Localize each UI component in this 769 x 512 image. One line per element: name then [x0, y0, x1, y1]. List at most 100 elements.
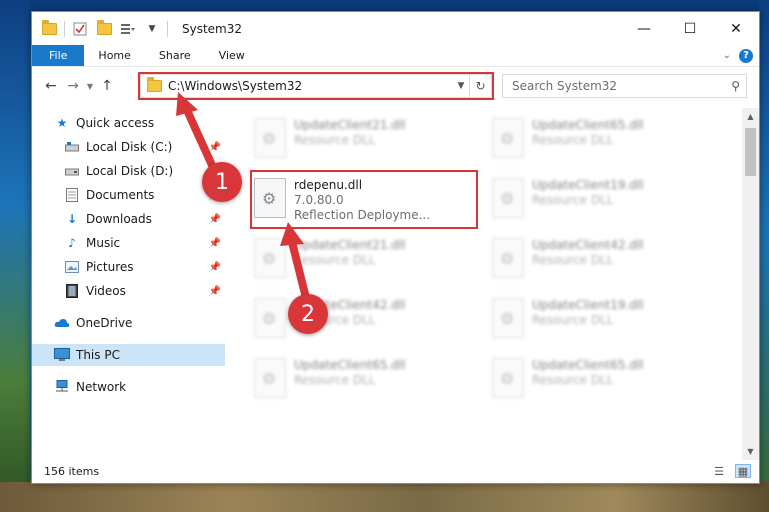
- file-tile[interactable]: UpdateClient19.dllResource DLL: [470, 294, 700, 348]
- folder-icon[interactable]: [40, 19, 58, 38]
- tab-home[interactable]: Home: [84, 45, 144, 66]
- file-name: UpdateClient42.dll: [532, 238, 644, 252]
- sidebar-item-label: Quick access: [76, 116, 155, 130]
- file-tile[interactable]: UpdateClient65.dllResource DLL: [470, 114, 700, 168]
- sidebar-item-label: Local Disk (D:): [86, 164, 174, 178]
- status-bar: 156 items ☰ ▦: [32, 459, 759, 483]
- sidebar-item-label: Network: [76, 380, 127, 394]
- customize-toolbar-icon[interactable]: [119, 20, 137, 38]
- scroll-thumb[interactable]: [745, 128, 756, 176]
- sidebar-item-onedrive[interactable]: OneDrive: [32, 312, 225, 334]
- address-bar[interactable]: C:\Windows\System32 ▼ ↻: [140, 74, 492, 98]
- title-separator: [167, 20, 168, 37]
- file-tile[interactable]: UpdateClient65.dllResource DLL: [232, 354, 462, 408]
- desktop-background-right: [759, 0, 769, 512]
- tab-file[interactable]: File: [32, 45, 85, 66]
- sidebar-item-documents[interactable]: Documents 📌: [32, 184, 225, 206]
- sidebar-item-pictures[interactable]: Pictures 📌: [32, 256, 225, 278]
- refresh-icon[interactable]: ↻: [469, 75, 491, 97]
- sidebar-item-local-disk-c[interactable]: Local Disk (C:) 📌: [32, 136, 225, 158]
- sidebar-item-label: OneDrive: [76, 316, 133, 330]
- file-type: Resource DLL: [532, 133, 614, 147]
- documents-icon: [64, 187, 80, 203]
- tab-share[interactable]: Share: [145, 45, 205, 66]
- dll-file-icon: [254, 298, 286, 338]
- file-list: UpdateClient21.dllResource DLL UpdateCli…: [232, 108, 742, 456]
- sidebar-item-label: Downloads: [86, 212, 152, 226]
- file-name: UpdateClient65.dll: [532, 358, 644, 372]
- toolbar-dropdown-icon[interactable]: ▼: [143, 20, 161, 38]
- file-name: UpdateClient65.dll: [532, 118, 644, 132]
- sidebar-item-music[interactable]: ♪ Music 📌: [32, 232, 225, 254]
- step1-badge: 1: [202, 162, 242, 202]
- scroll-up-icon[interactable]: ▲: [742, 108, 759, 125]
- sidebar-item-label: Local Disk (C:): [86, 140, 173, 154]
- sidebar-item-this-pc[interactable]: This PC: [32, 344, 225, 366]
- sidebar-item-network[interactable]: Network: [32, 376, 225, 398]
- address-path[interactable]: C:\Windows\System32: [168, 79, 302, 93]
- back-arrow-icon[interactable]: ←: [40, 75, 62, 97]
- star-icon: ★: [56, 116, 68, 130]
- details-view-icon[interactable]: ☰: [711, 464, 727, 478]
- search-icon[interactable]: ⚲: [731, 79, 740, 93]
- dll-file-icon: [492, 358, 524, 398]
- file-tile-rdepenu[interactable]: rdepenu.dll 7.0.80.0 Reflection Deployme…: [232, 174, 462, 228]
- dll-file-icon: [492, 298, 524, 338]
- file-tile[interactable]: UpdateClient19.dllResource DLL: [470, 174, 700, 228]
- dll-file-icon: [254, 358, 286, 398]
- forward-arrow-icon[interactable]: →: [62, 75, 84, 97]
- sidebar-item-quick-access[interactable]: ★ Quick access: [32, 112, 225, 134]
- maximize-button[interactable]: ☐: [667, 12, 713, 45]
- minimize-button[interactable]: —: [621, 12, 667, 45]
- navigation-bar: ← → ▼ ↑ C:\Windows\System32 ▼ ↻ ⚲: [32, 68, 759, 104]
- toolbar-separator: [64, 20, 65, 37]
- scroll-down-icon[interactable]: ▼: [742, 443, 759, 460]
- sidebar-item-local-disk-d[interactable]: Local Disk (D:) 📌: [32, 160, 225, 182]
- pin-icon[interactable]: 📌: [209, 238, 221, 249]
- recent-locations-icon[interactable]: ▼: [84, 75, 96, 97]
- videos-icon: [64, 283, 80, 299]
- pin-icon[interactable]: 📌: [209, 286, 221, 297]
- search-input[interactable]: [512, 79, 712, 93]
- pin-icon[interactable]: 📌: [209, 214, 221, 225]
- file-type: Resource DLL: [294, 133, 376, 147]
- file-tile[interactable]: UpdateClient65.dllResource DLL: [470, 354, 700, 408]
- music-icon: ♪: [68, 236, 76, 250]
- new-folder-icon[interactable]: [95, 19, 113, 38]
- pictures-icon: [64, 259, 80, 275]
- file-type: Resource DLL: [532, 313, 614, 327]
- close-button[interactable]: ✕: [713, 12, 759, 45]
- vertical-scrollbar[interactable]: ▲ ▼: [742, 108, 759, 460]
- file-name: UpdateClient19.dll: [532, 298, 644, 312]
- tab-view[interactable]: View: [205, 45, 259, 66]
- tiles-view-icon[interactable]: ▦: [735, 464, 751, 478]
- file-type: Resource DLL: [294, 253, 376, 267]
- file-explorer-window: ▼ System32 — ☐ ✕ File Home Share View ⌄ …: [31, 11, 760, 484]
- expand-ribbon-icon[interactable]: ⌄: [723, 50, 731, 61]
- item-count: 156 items: [44, 464, 100, 478]
- dll-file-icon: [254, 118, 286, 158]
- file-tile[interactable]: UpdateClient21.dllResource DLL: [232, 234, 462, 288]
- up-arrow-icon[interactable]: ↑: [96, 75, 118, 97]
- navigation-pane: ★ Quick access Local Disk (C:) 📌 Local D…: [32, 108, 225, 448]
- help-icon[interactable]: ?: [739, 48, 753, 63]
- sidebar-item-downloads[interactable]: ↓ Downloads 📌: [32, 208, 225, 230]
- dll-file-icon: [254, 238, 286, 278]
- file-tile[interactable]: UpdateClient42.dllResource DLL: [232, 294, 462, 348]
- file-tile[interactable]: UpdateClient21.dllResource DLL: [232, 114, 462, 168]
- file-version: 7.0.80.0: [294, 193, 344, 207]
- pin-icon[interactable]: 📌: [209, 262, 221, 273]
- pin-icon[interactable]: 📌: [209, 142, 221, 153]
- sidebar-item-videos[interactable]: Videos 📌: [32, 280, 225, 302]
- file-tile[interactable]: UpdateClient42.dllResource DLL: [470, 234, 700, 288]
- properties-icon[interactable]: [71, 20, 89, 38]
- sidebar-item-label: This PC: [76, 348, 120, 362]
- drive-icon: [64, 163, 80, 179]
- desktop-background-left: [0, 0, 30, 512]
- file-type: Resource DLL: [294, 373, 376, 387]
- search-box[interactable]: ⚲: [502, 74, 747, 98]
- address-dropdown-icon[interactable]: ▼: [453, 81, 469, 91]
- onedrive-icon: [54, 315, 70, 331]
- dll-file-icon: [492, 118, 524, 158]
- title-bar: ▼ System32 — ☐ ✕: [32, 12, 759, 45]
